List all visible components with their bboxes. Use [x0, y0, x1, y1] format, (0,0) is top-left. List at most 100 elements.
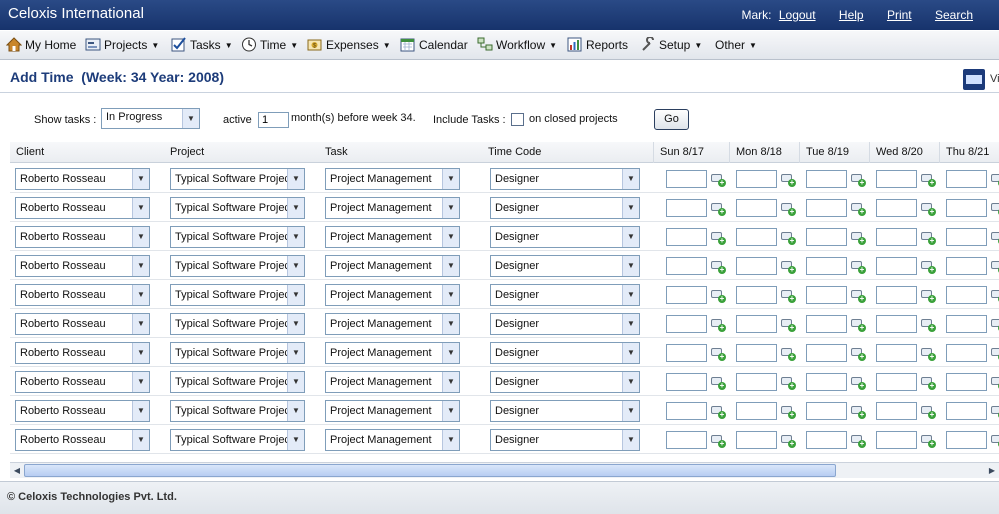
- hours-input-wed[interactable]: [876, 257, 917, 275]
- task-select[interactable]: Project Management ▼: [325, 429, 460, 451]
- add-note-icon[interactable]: +: [921, 261, 936, 275]
- hours-input-sun[interactable]: [666, 373, 707, 391]
- hours-input-wed[interactable]: [876, 402, 917, 420]
- add-note-icon[interactable]: +: [991, 203, 999, 217]
- hours-input-sun[interactable]: [666, 315, 707, 333]
- add-note-icon[interactable]: +: [921, 203, 936, 217]
- client-select[interactable]: Roberto Rosseau ▼: [15, 429, 150, 451]
- months-input[interactable]: [258, 112, 289, 128]
- task-status-select[interactable]: In Progress ▼: [101, 108, 200, 129]
- hours-input-wed[interactable]: [876, 228, 917, 246]
- hours-input-thu[interactable]: [946, 344, 987, 362]
- task-select[interactable]: Project Management ▼: [325, 400, 460, 422]
- add-note-icon[interactable]: +: [781, 435, 796, 449]
- add-note-icon[interactable]: +: [781, 261, 796, 275]
- add-note-icon[interactable]: +: [851, 261, 866, 275]
- time-code-select[interactable]: Designer ▼: [490, 197, 640, 219]
- go-button[interactable]: Go: [654, 109, 689, 130]
- project-select[interactable]: Typical Software Project ▼: [170, 313, 305, 335]
- client-select[interactable]: Roberto Rosseau ▼: [15, 226, 150, 248]
- project-select[interactable]: Typical Software Project ▼: [170, 429, 305, 451]
- hours-input-mon[interactable]: [736, 286, 777, 304]
- project-select[interactable]: Typical Software Project ▼: [170, 400, 305, 422]
- add-note-icon[interactable]: +: [781, 377, 796, 391]
- add-note-icon[interactable]: +: [711, 261, 726, 275]
- project-select[interactable]: Typical Software Project ▼: [170, 255, 305, 277]
- add-note-icon[interactable]: +: [781, 406, 796, 420]
- client-select[interactable]: Roberto Rosseau ▼: [15, 255, 150, 277]
- project-select[interactable]: Typical Software Project ▼: [170, 284, 305, 306]
- hours-input-tue[interactable]: [806, 228, 847, 246]
- search-link[interactable]: Search: [935, 8, 973, 22]
- hours-input-mon[interactable]: [736, 228, 777, 246]
- add-note-icon[interactable]: +: [711, 232, 726, 246]
- time-code-select[interactable]: Designer ▼: [490, 371, 640, 393]
- add-note-icon[interactable]: +: [991, 174, 999, 188]
- menu-reports[interactable]: Reports: [567, 37, 628, 55]
- client-select[interactable]: Roberto Rosseau ▼: [15, 284, 150, 306]
- hours-input-sun[interactable]: [666, 402, 707, 420]
- add-note-icon[interactable]: +: [991, 406, 999, 420]
- add-note-icon[interactable]: +: [921, 406, 936, 420]
- time-code-select[interactable]: Designer ▼: [490, 313, 640, 335]
- hours-input-wed[interactable]: [876, 286, 917, 304]
- hours-input-tue[interactable]: [806, 402, 847, 420]
- task-select[interactable]: Project Management ▼: [325, 342, 460, 364]
- add-note-icon[interactable]: +: [781, 290, 796, 304]
- hours-input-wed[interactable]: [876, 315, 917, 333]
- add-note-icon[interactable]: +: [781, 203, 796, 217]
- task-select[interactable]: Project Management ▼: [325, 197, 460, 219]
- menu-calendar[interactable]: Calendar: [400, 37, 468, 55]
- add-note-icon[interactable]: +: [991, 232, 999, 246]
- horizontal-scrollbar[interactable]: ◀ ▶: [10, 462, 999, 478]
- add-note-icon[interactable]: +: [781, 348, 796, 362]
- add-note-icon[interactable]: +: [851, 348, 866, 362]
- add-note-icon[interactable]: +: [851, 377, 866, 391]
- closed-projects-checkbox[interactable]: [511, 113, 524, 126]
- hours-input-tue[interactable]: [806, 286, 847, 304]
- hours-input-tue[interactable]: [806, 344, 847, 362]
- menu-projects[interactable]: Projects ▼: [85, 37, 159, 55]
- add-note-icon[interactable]: +: [711, 377, 726, 391]
- project-select[interactable]: Typical Software Project ▼: [170, 371, 305, 393]
- menu-expenses[interactable]: $ Expenses ▼: [307, 37, 391, 55]
- scroll-thumb[interactable]: [24, 464, 836, 477]
- hours-input-mon[interactable]: [736, 199, 777, 217]
- add-note-icon[interactable]: +: [921, 174, 936, 188]
- hours-input-sun[interactable]: [666, 344, 707, 362]
- add-note-icon[interactable]: +: [991, 435, 999, 449]
- project-select[interactable]: Typical Software Project ▼: [170, 197, 305, 219]
- hours-input-thu[interactable]: [946, 315, 987, 333]
- client-select[interactable]: Roberto Rosseau ▼: [15, 168, 150, 190]
- menu-workflow[interactable]: Workflow ▼: [477, 37, 557, 55]
- add-note-icon[interactable]: +: [711, 406, 726, 420]
- hours-input-mon[interactable]: [736, 373, 777, 391]
- hours-input-thu[interactable]: [946, 228, 987, 246]
- hours-input-wed[interactable]: [876, 344, 917, 362]
- hours-input-tue[interactable]: [806, 431, 847, 449]
- add-note-icon[interactable]: +: [921, 348, 936, 362]
- hours-input-tue[interactable]: [806, 315, 847, 333]
- hours-input-thu[interactable]: [946, 286, 987, 304]
- client-select[interactable]: Roberto Rosseau ▼: [15, 371, 150, 393]
- hours-input-wed[interactable]: [876, 373, 917, 391]
- project-select[interactable]: Typical Software Project ▼: [170, 226, 305, 248]
- time-code-select[interactable]: Designer ▼: [490, 342, 640, 364]
- video-icon[interactable]: [963, 69, 985, 90]
- add-note-icon[interactable]: +: [851, 203, 866, 217]
- menu-time[interactable]: Time ▼: [241, 37, 298, 55]
- add-note-icon[interactable]: +: [921, 232, 936, 246]
- add-note-icon[interactable]: +: [921, 319, 936, 333]
- add-note-icon[interactable]: +: [851, 406, 866, 420]
- project-select[interactable]: Typical Software Project ▼: [170, 168, 305, 190]
- add-note-icon[interactable]: +: [781, 319, 796, 333]
- task-select[interactable]: Project Management ▼: [325, 313, 460, 335]
- hours-input-tue[interactable]: [806, 257, 847, 275]
- task-select[interactable]: Project Management ▼: [325, 371, 460, 393]
- hours-input-sun[interactable]: [666, 431, 707, 449]
- video-link[interactable]: Vi: [990, 73, 999, 85]
- add-note-icon[interactable]: +: [711, 203, 726, 217]
- add-note-icon[interactable]: +: [851, 232, 866, 246]
- scroll-left-arrow-icon[interactable]: ◀: [10, 463, 24, 478]
- add-note-icon[interactable]: +: [851, 174, 866, 188]
